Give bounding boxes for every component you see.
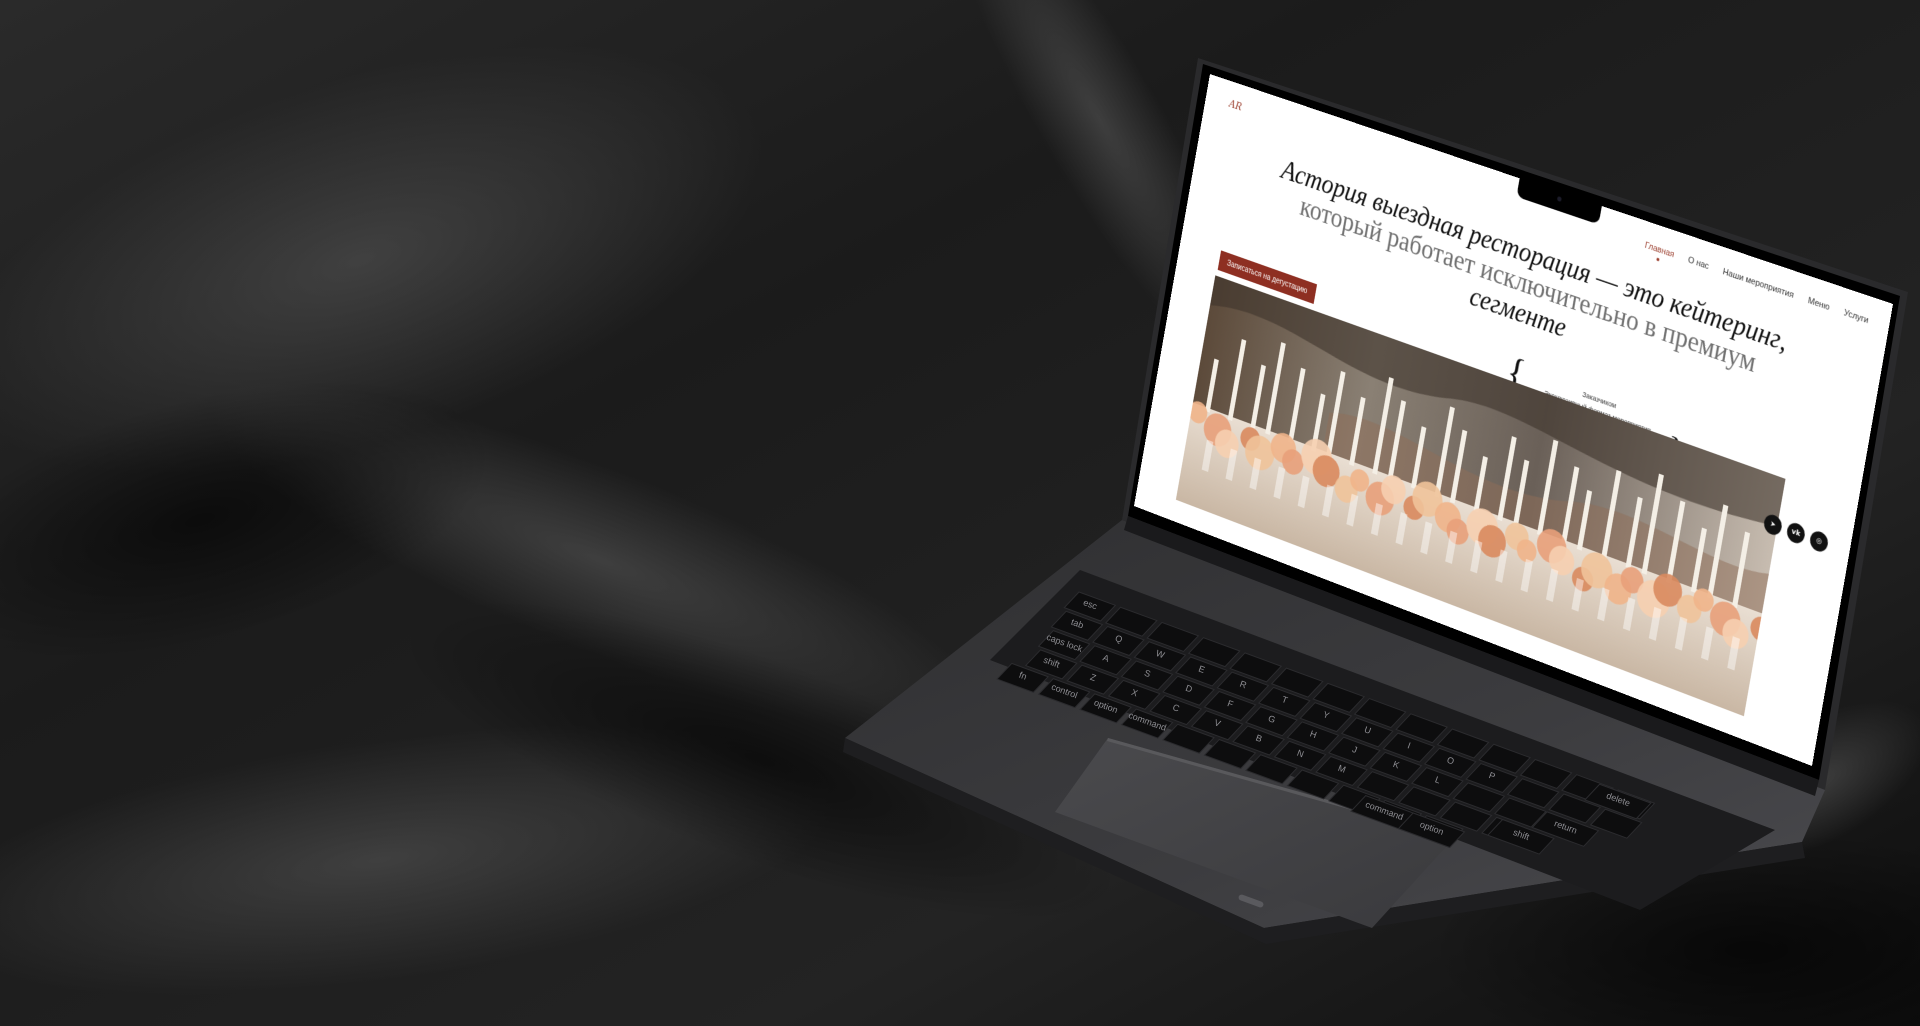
nav-item-menu[interactable]: Меню [1807, 296, 1830, 313]
nav-item-about[interactable]: О нас [1687, 255, 1709, 271]
nav-item-services[interactable]: Услуги [1843, 308, 1869, 326]
vk-icon[interactable]: vk [1785, 520, 1807, 546]
camera-icon [1556, 195, 1562, 203]
site-logo[interactable]: AR [1228, 98, 1242, 113]
instagram-icon[interactable]: ◎ [1808, 528, 1830, 555]
laptop-scene: AR Главная О нас Наши мероприятия Меню У… [0, 0, 1920, 1026]
nav-item-home[interactable]: Главная [1644, 240, 1675, 259]
nav-item-events[interactable]: Наши мероприятия [1722, 267, 1794, 300]
